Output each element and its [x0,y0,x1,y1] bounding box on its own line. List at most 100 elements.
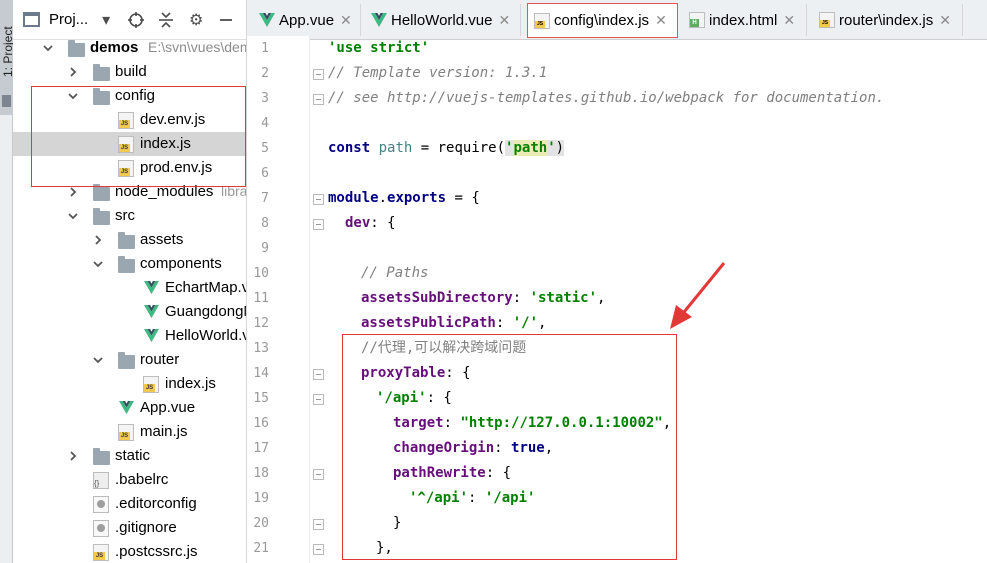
tree-item-editorconfig[interactable]: .editorconfig [13,492,246,516]
tree-item-static[interactable]: static [13,444,246,468]
tree-item-postcssrc-js[interactable]: .postcssrc.js [13,540,246,563]
close-icon[interactable]: ✕ [498,12,510,29]
tree-item-guangdongmap-vue[interactable]: GuangdongMap.vue [13,300,246,324]
tree-item-label: GuangdongMap.vue [165,303,246,320]
tree-item-demos[interactable]: demos E:\svn\vues\demos [13,36,246,60]
string-literal: 'use strict' [328,40,430,56]
line-number: 17 [253,441,269,456]
dropdown-icon[interactable]: ▾ [94,8,118,32]
js-file-icon [534,12,550,29]
code-text: = require( [412,140,506,156]
line-number: 15 [253,391,269,406]
tree-item-label: index.js [140,135,191,152]
editorconfig-file-icon [93,496,109,513]
js-file-icon [118,112,134,129]
chevron-down-icon[interactable] [41,41,55,55]
close-icon[interactable]: ✕ [340,12,352,29]
tree-item-label: HelloWorld.vue [165,327,246,344]
close-icon[interactable]: ✕ [655,12,667,29]
chevron-right-icon[interactable] [66,185,80,199]
chevron-right-icon[interactable] [66,449,80,463]
tab-config-index-js[interactable]: config\index.js ✕ [527,3,678,38]
gutter-separator [309,36,310,563]
tree-item-assets[interactable]: assets [13,228,246,252]
tab-helloworld-vue[interactable]: HelloWorld.vue ✕ [365,4,521,36]
string-literal: '/' [512,315,539,331]
tree-item-router[interactable]: router [13,348,246,372]
comment: // Paths [361,265,429,281]
line-number: 1 [261,41,269,56]
gear-icon[interactable]: ⚙ [184,8,208,32]
collapse-icon[interactable] [154,8,178,32]
property-name: assetsSubDirectory [361,290,513,306]
code-text: = { [446,190,480,206]
tab-label: index.html [709,11,778,29]
line-number: 3 [261,91,269,106]
tree-item-components[interactable]: components [13,252,246,276]
line-number: 13 [253,341,269,356]
code-line-10: // Paths [361,261,428,286]
chevron-down-icon[interactable] [91,353,105,367]
fold-marker-icon[interactable] [313,69,324,80]
tree-item-label: EchartMap.vue [165,279,246,296]
line-number: 14 [253,366,269,381]
tree-item-config[interactable]: config [13,84,246,108]
tree-item-label: demos [90,39,139,56]
tree-item-babelrc[interactable]: .babelrc [13,468,246,492]
chevron-down-icon[interactable] [91,257,105,271]
tree-item-node-modules[interactable]: node_modules library root [13,180,246,204]
tree-item-label: .gitignore [115,519,177,536]
tree-item-echartmap-vue[interactable]: EchartMap.vue [13,276,246,300]
tree-item-label: config [115,87,156,104]
tree-item-dev-env-js[interactable]: dev.env.js [13,108,246,132]
tree-item-label: components [140,255,222,272]
line-number: 6 [261,166,269,181]
tree-item-index-js[interactable]: index.js [13,132,246,156]
close-icon[interactable]: ✕ [939,12,951,29]
tree-item-helloworld-vue[interactable]: HelloWorld.vue [13,324,246,348]
fold-marker-icon[interactable] [313,544,324,555]
js-file-icon [118,424,134,441]
locate-icon[interactable] [124,8,148,32]
tab-router-index-js[interactable]: router\index.js ✕ [813,4,963,36]
vue-icon [144,280,159,295]
chevron-down-icon[interactable] [66,89,80,103]
chevron-right-icon[interactable] [91,233,105,247]
project-view-selector[interactable]: Proj... [49,11,88,28]
tree-item-main-js[interactable]: main.js [13,420,246,444]
tree-item-index-js[interactable]: index.js [13,372,246,396]
line-number: 20 [253,516,269,531]
project-toolbar: Proj... ▾ ⚙ [13,0,246,40]
chevron-right-icon[interactable] [66,65,80,79]
folder-icon [118,352,135,369]
fold-marker-icon[interactable] [313,469,324,480]
chevron-down-icon[interactable] [66,209,80,223]
hide-icon[interactable] [214,8,238,32]
tree-item-src[interactable]: src [13,204,246,228]
tab-app-vue[interactable]: App.vue ✕ [253,4,361,36]
tree-item-build[interactable]: build [13,60,246,84]
fold-marker-icon[interactable] [313,519,324,530]
tree-item-gitignore[interactable]: .gitignore [13,516,246,540]
line-number: 12 [253,316,269,331]
string-literal: ' [547,140,556,156]
comment: // Template version: 1.3.1 [328,65,548,81]
fold-marker-icon[interactable] [313,94,324,105]
folder-icon [118,232,135,249]
line-number: 21 [253,541,269,556]
tab-index-html[interactable]: index.html ✕ [683,4,807,36]
fold-marker-icon[interactable] [313,394,324,405]
fold-marker-icon[interactable] [313,219,324,230]
fold-marker-icon[interactable] [313,194,324,205]
tree-item-label: dev.env.js [140,111,206,128]
project-tool-tab[interactable]: 1: Project [0,0,15,115]
close-icon[interactable]: ✕ [783,12,795,29]
tree-item-prod-env-js[interactable]: prod.env.js [13,156,246,180]
keyword: const [328,140,371,156]
annotation-arrow-icon [670,262,726,329]
js-file-icon [143,376,159,393]
html-file-icon [689,12,705,28]
tree-item-label: build [115,63,147,80]
fold-marker-icon[interactable] [313,369,324,380]
tree-item-app-vue[interactable]: App.vue [13,396,246,420]
